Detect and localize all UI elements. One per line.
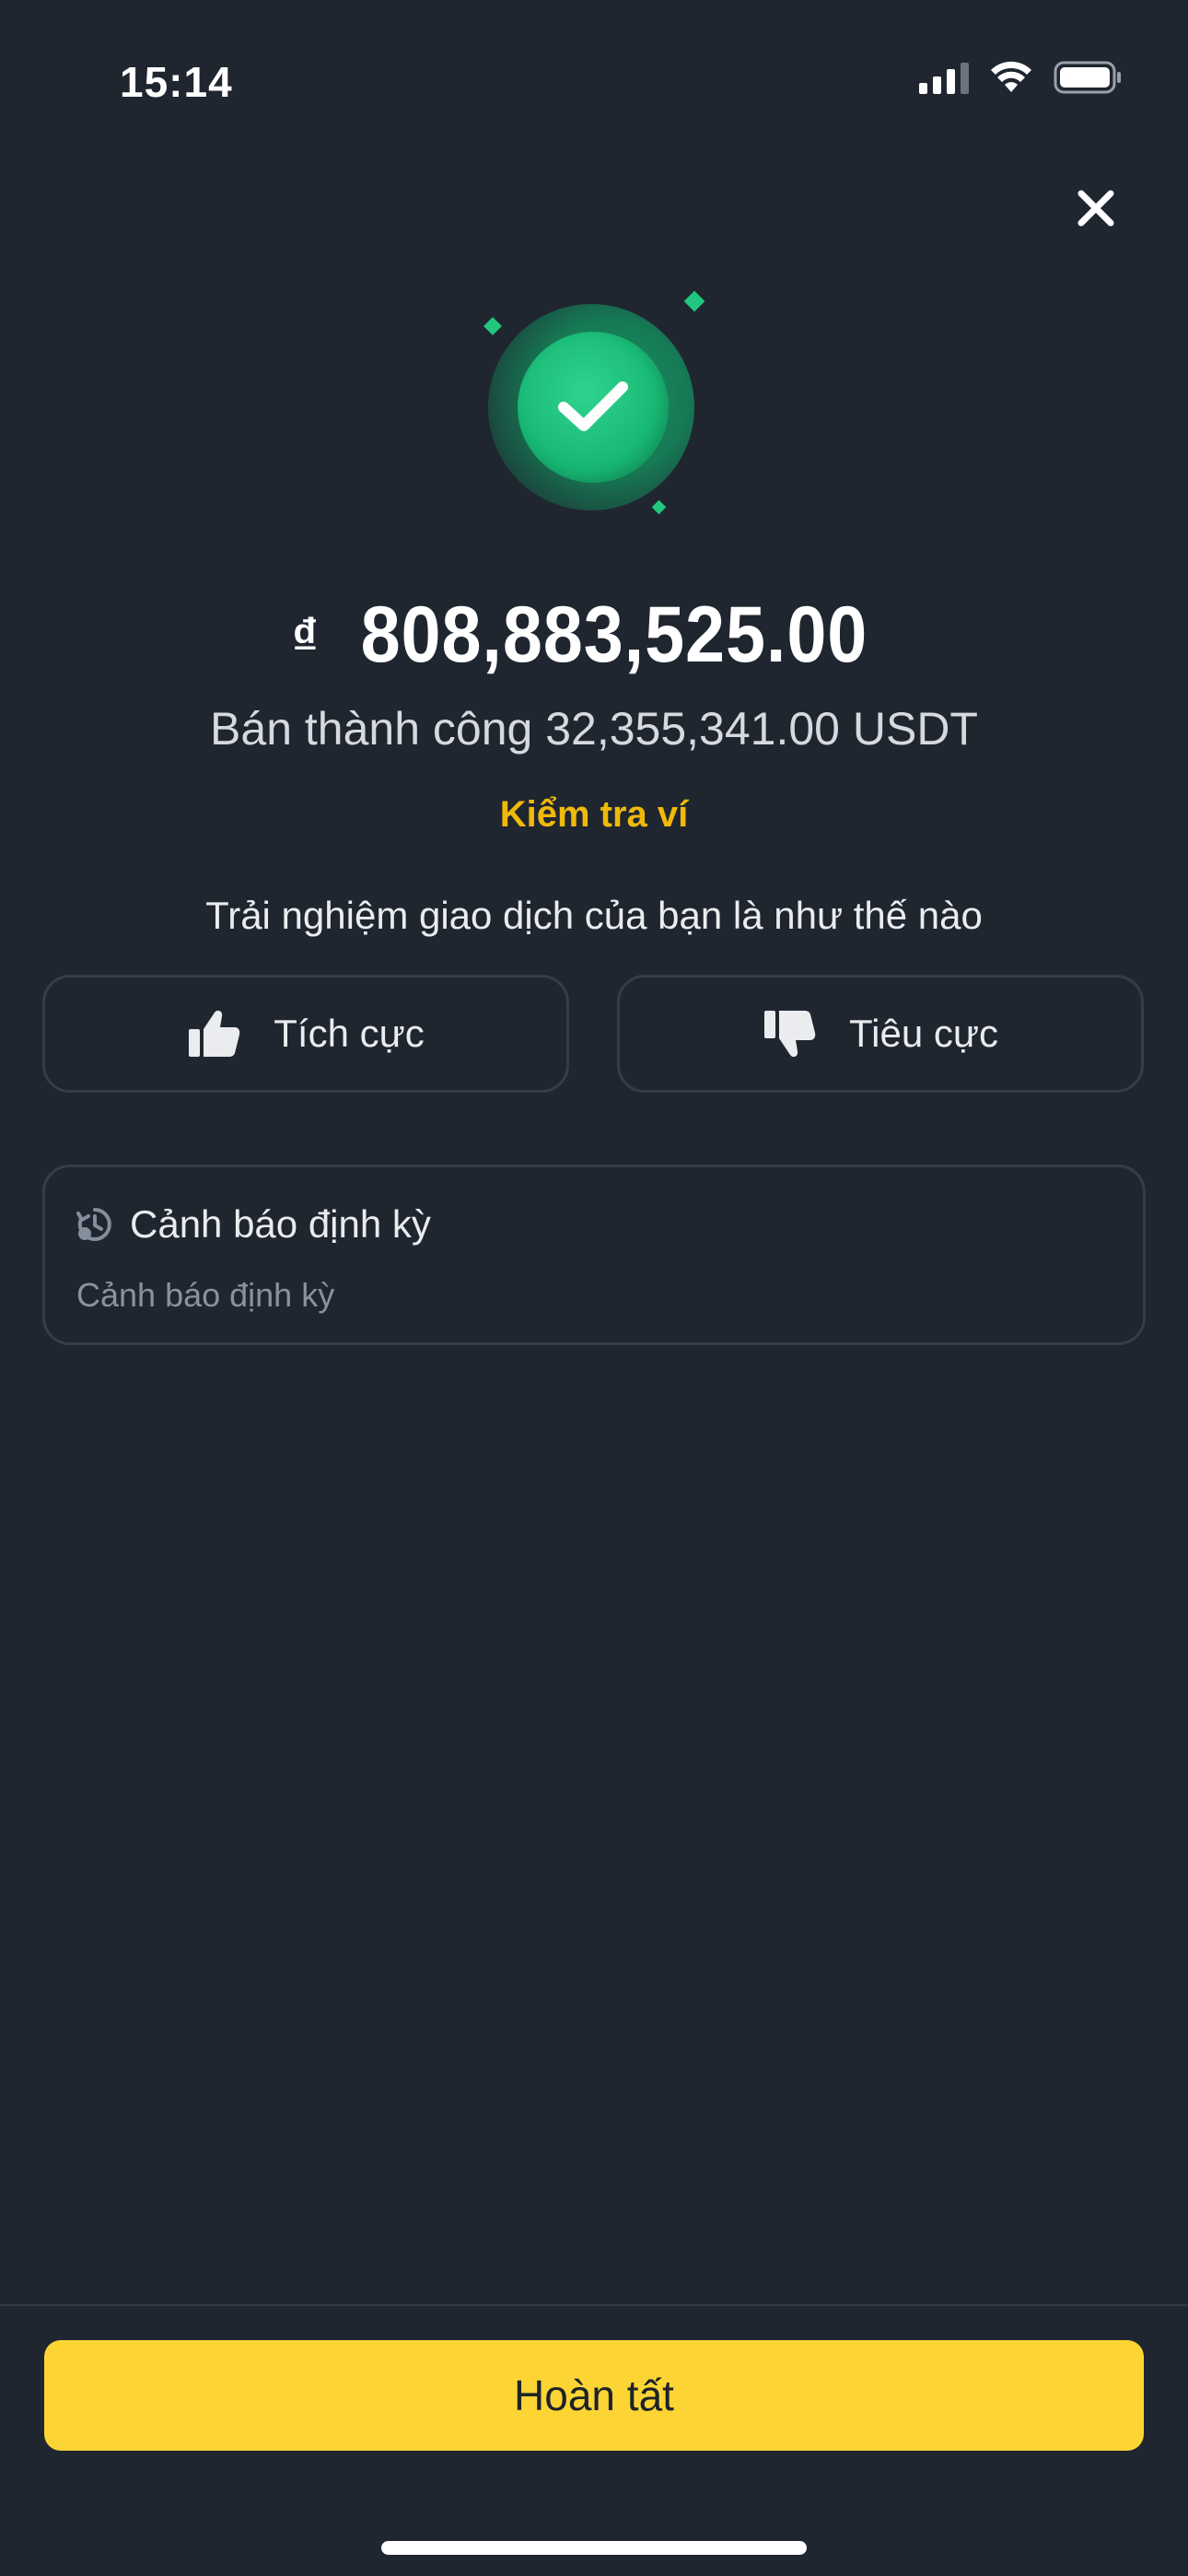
- battery-icon: [1054, 61, 1121, 94]
- currency-symbol: ₫: [291, 607, 319, 665]
- sparkle-decoration: [483, 317, 502, 335]
- success-illustration: [479, 290, 709, 530]
- negative-feedback-button[interactable]: Tiêu cực: [617, 975, 1144, 1093]
- recurring-alert-card[interactable]: Cảnh báo định kỳ Cảnh báo định kỳ: [42, 1165, 1146, 1345]
- feedback-question: Trải nghiệm giao dịch của bạn là như thế…: [205, 894, 983, 937]
- status-icons: [919, 61, 1124, 94]
- check-wallet-link[interactable]: Kiểm tra ví: [0, 794, 1188, 836]
- close-button[interactable]: [1068, 181, 1124, 236]
- done-button[interactable]: Hoàn tất: [44, 2340, 1144, 2451]
- positive-feedback-button[interactable]: Tích cực: [42, 975, 569, 1093]
- received-amount: 808,883,525.00: [361, 591, 868, 679]
- positive-feedback-label: Tích cực: [274, 1012, 425, 1055]
- status-time: 15:14: [120, 58, 233, 106]
- check-icon: [518, 332, 669, 483]
- amount-row: ₫ 808,883,525.00: [0, 590, 1188, 681]
- sell-success-message: Bán thành công 32,355,341.00 USDT: [210, 703, 978, 755]
- recurring-alert-icon: [76, 1208, 111, 1241]
- sparkle-decoration: [683, 290, 705, 312]
- close-icon: [1077, 190, 1114, 227]
- sell-success-screen: 15:14 ₫ 808,883,525.00 Bán thành công 32…: [0, 0, 1188, 2576]
- home-indicator: [381, 2541, 807, 2555]
- sparkle-decoration: [651, 499, 667, 515]
- thumbs-down-icon: [764, 1011, 816, 1058]
- negative-feedback-label: Tiêu cực: [849, 1012, 998, 1055]
- wifi-icon: [991, 61, 1031, 92]
- signal-icon: [919, 61, 969, 94]
- recurring-alert-header: Cảnh báo định kỳ: [76, 1202, 431, 1247]
- footer-divider: [0, 2304, 1188, 2306]
- recurring-alert-title: Cảnh báo định kỳ: [130, 1202, 431, 1246]
- thumbs-up-icon: [189, 1010, 240, 1057]
- recurring-alert-subtitle: Cảnh báo định kỳ: [76, 1276, 335, 1314]
